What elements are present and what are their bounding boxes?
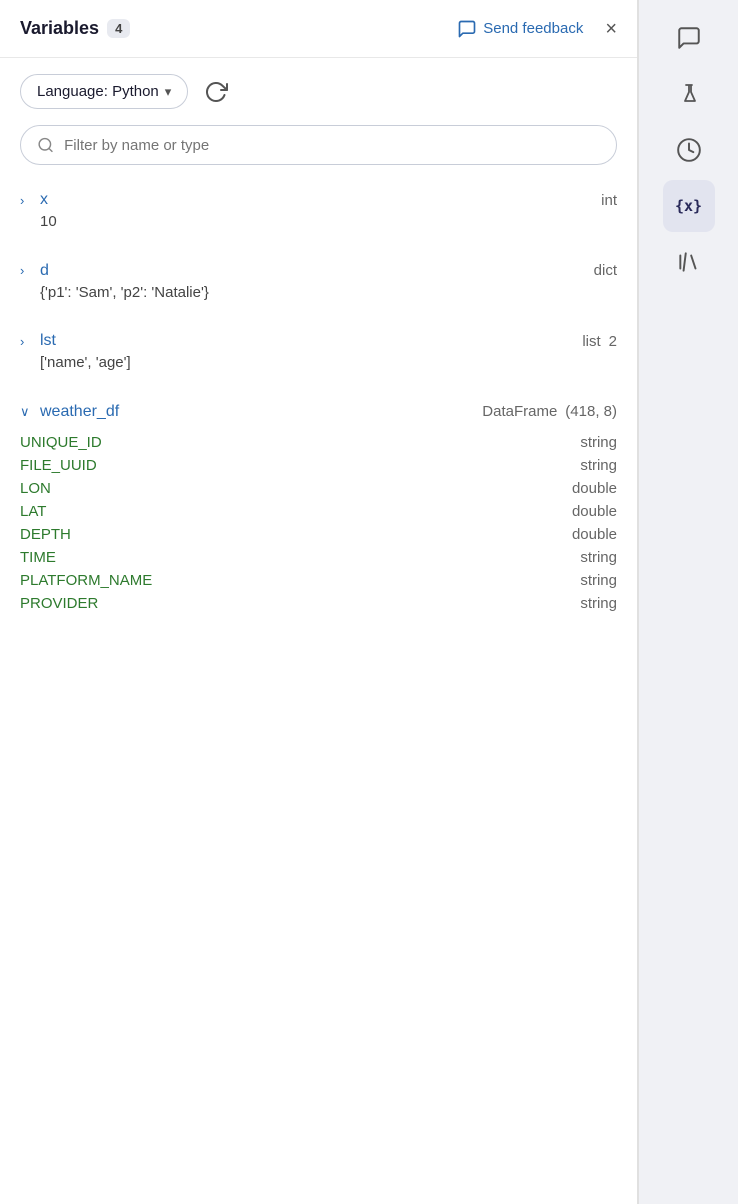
var-name-d: d [40, 262, 49, 280]
col-type-lon: double [572, 480, 617, 497]
col-name-unique-id: UNIQUE_ID [20, 434, 102, 451]
history-icon [676, 137, 702, 163]
col-type-file-uuid: string [580, 457, 617, 474]
list-item: ∨ weather_df DataFrame (418, 8) [0, 397, 637, 427]
var-name-weather-df: weather_df [40, 403, 119, 421]
expand-chevron-lst[interactable]: › [20, 334, 34, 349]
list-item: LAT double [20, 500, 637, 523]
list-item: › d dict {'p1': 'Sam', 'p2': 'Natalie'} [0, 256, 637, 317]
var-value-x: 10 [20, 211, 617, 234]
var-value-lst: ['name', 'age'] [20, 352, 617, 375]
variables-list: › x int 10 › d dict {'p1': 'Sam', 'p2': … [0, 181, 637, 1204]
list-item: TIME string [20, 546, 637, 569]
var-name-lst: lst [40, 332, 56, 350]
col-type-lat: double [572, 503, 617, 520]
variable-count-badge: 4 [107, 19, 130, 38]
col-name-time: TIME [20, 549, 56, 566]
variables-icon-label: {x} [675, 197, 702, 215]
col-type-time: string [580, 549, 617, 566]
flask-icon [677, 81, 701, 107]
var-type-weather-df: DataFrame [482, 403, 557, 420]
sidebar-item-history[interactable] [663, 124, 715, 176]
chevron-down-icon: ▾ [165, 84, 172, 100]
var-header-x: › x int [20, 191, 617, 209]
col-name-file-uuid: FILE_UUID [20, 457, 97, 474]
feedback-icon [457, 19, 477, 39]
sidebar-item-library[interactable] [663, 236, 715, 288]
var-header-weather-df: ∨ weather_df DataFrame (418, 8) [20, 403, 617, 421]
var-shape-weather-df: (418, 8) [565, 403, 617, 420]
search-bar [20, 125, 617, 165]
variables-panel: Variables 4 Send feedback × Language: Py… [0, 0, 638, 1204]
refresh-button[interactable] [200, 76, 232, 108]
col-name-platform-name: PLATFORM_NAME [20, 572, 152, 589]
search-icon [37, 136, 54, 154]
col-name-lat: LAT [20, 503, 46, 520]
col-type-unique-id: string [580, 434, 617, 451]
expand-chevron-weather-df[interactable]: ∨ [20, 404, 34, 420]
close-button[interactable]: × [605, 19, 617, 39]
language-dropdown[interactable]: Language: Python ▾ [20, 74, 188, 109]
list-item: › lst list 2 ['name', 'age'] [0, 326, 637, 387]
col-type-provider: string [580, 595, 617, 612]
var-type-lst: list [582, 333, 600, 350]
list-item: PLATFORM_NAME string [20, 569, 637, 592]
sidebar-item-variables[interactable]: {x} [663, 180, 715, 232]
send-feedback-link[interactable]: Send feedback [457, 19, 583, 39]
sidebar: {x} [638, 0, 738, 1204]
var-extra-lst: 2 [609, 333, 617, 350]
panel-title: Variables 4 [20, 18, 130, 39]
col-name-depth: DEPTH [20, 526, 71, 543]
library-icon [676, 249, 702, 275]
sidebar-item-flask[interactable] [663, 68, 715, 120]
list-item: UNIQUE_ID string [20, 431, 637, 454]
var-type-x: int [601, 192, 617, 209]
var-header-lst: › lst list 2 [20, 332, 617, 350]
list-item: LON double [20, 477, 637, 500]
var-type-d: dict [594, 262, 617, 279]
refresh-icon [204, 80, 228, 104]
feedback-label: Send feedback [483, 20, 583, 37]
title-text: Variables [20, 18, 99, 39]
list-item: DEPTH double [20, 523, 637, 546]
list-item: › x int 10 [0, 185, 637, 246]
toolbar: Language: Python ▾ [0, 58, 637, 121]
language-label: Language: Python [37, 83, 159, 100]
list-item: FILE_UUID string [20, 454, 637, 477]
col-name-provider: PROVIDER [20, 595, 98, 612]
col-type-depth: double [572, 526, 617, 543]
sidebar-item-chat[interactable] [663, 12, 715, 64]
filter-input[interactable] [64, 137, 600, 154]
col-name-lon: LON [20, 480, 51, 497]
list-item: PROVIDER string [20, 592, 637, 615]
dataframe-columns: UNIQUE_ID string FILE_UUID string LON do… [0, 427, 637, 623]
var-name-x: x [40, 191, 48, 209]
var-header-d: › d dict [20, 262, 617, 280]
chat-icon [676, 25, 702, 51]
expand-chevron-d[interactable]: › [20, 263, 34, 278]
panel-header: Variables 4 Send feedback × [0, 0, 637, 58]
var-value-d: {'p1': 'Sam', 'p2': 'Natalie'} [20, 282, 617, 305]
expand-chevron-x[interactable]: › [20, 193, 34, 208]
col-type-platform-name: string [580, 572, 617, 589]
